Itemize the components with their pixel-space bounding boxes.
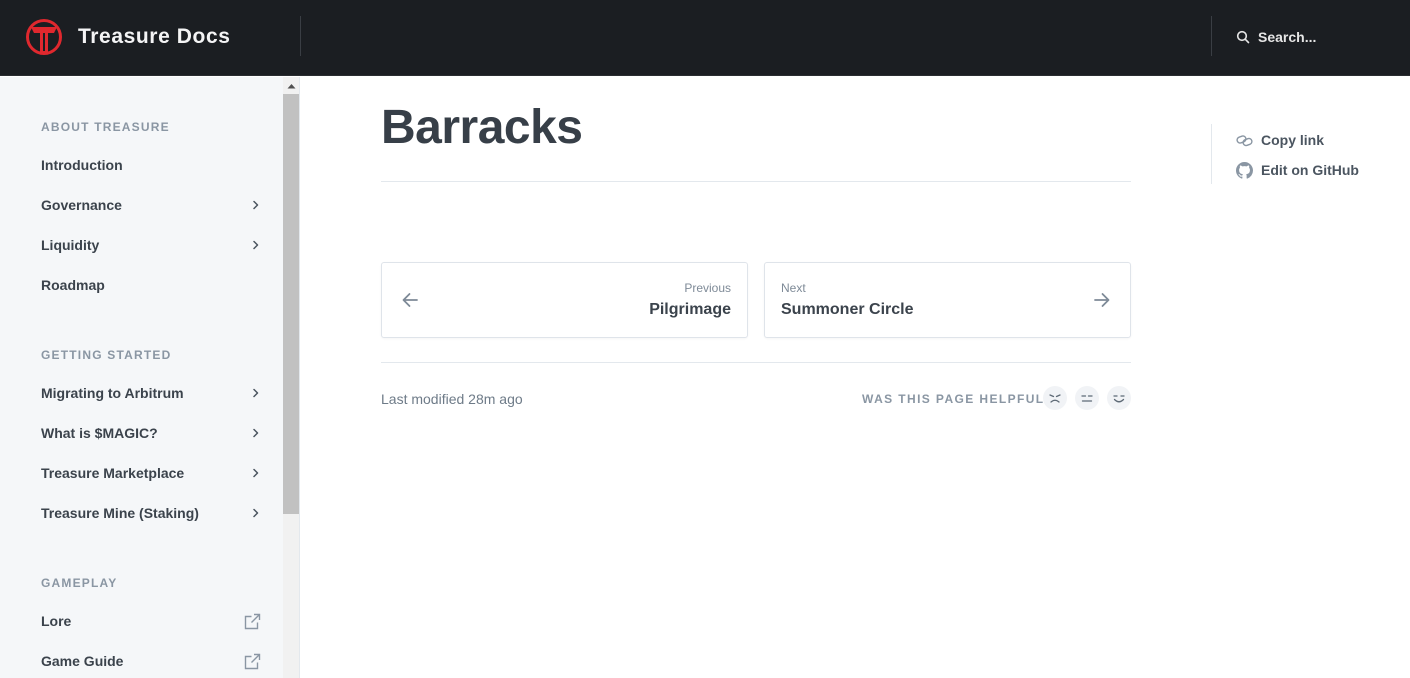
copy-link-label: Copy link [1261,132,1325,148]
title-divider [381,181,1131,182]
sidebar: ABOUT TREASURE Introduction Governance L… [0,77,300,678]
sidebar-item-label: Roadmap [41,277,105,293]
sidebar-item-governance[interactable]: Governance [28,189,274,221]
copy-link-button[interactable]: Copy link [1236,129,1324,151]
github-icon [1236,161,1253,179]
page-title: Barracks [381,101,583,154]
helpful-prompt: WAS THIS PAGE HELPFUL? [862,392,1054,406]
sidebar-item-label: Treasure Marketplace [41,465,185,481]
edit-on-github-link[interactable]: Edit on GitHub [1236,159,1359,181]
rating-happy-button[interactable] [1107,386,1131,410]
previous-caption: Previous [684,281,731,295]
sidebar-item-migrating-to-arbitrum[interactable]: Migrating to Arbitrum [28,377,274,409]
search-input[interactable] [1258,29,1388,45]
top-bar: Treasure Docs [0,0,1410,76]
sidebar-item-treasure-marketplace[interactable]: Treasure Marketplace [28,457,274,489]
next-caption: Next [781,281,806,295]
sidebar-section-title: GAMEPLAY [41,576,118,590]
brand-name: Treasure Docs [78,25,231,48]
sidebar-section-title: ABOUT TREASURE [41,120,170,134]
sidebar-item-what-is-magic[interactable]: What is $MAGIC? [28,417,274,449]
sad-face-icon [1049,394,1061,403]
arrow-left-icon [402,293,418,307]
previous-page-title: Pilgrimage [649,301,731,318]
chevron-right-icon [253,200,259,210]
sidebar-item-label: Liquidity [41,237,100,253]
header-divider [1211,16,1212,56]
sidebar-item-label: What is $MAGIC? [41,425,158,441]
sidebar-item-introduction[interactable]: Introduction [28,149,274,181]
link-icon [1236,134,1253,146]
rating-neutral-button[interactable] [1075,386,1099,410]
sidebar-item-roadmap[interactable]: Roadmap [28,269,274,301]
sidebar-item-lore[interactable]: Lore [28,605,274,637]
treasure-logo-icon [26,19,62,55]
sidebar-item-label: Game Guide [41,653,124,669]
search-box[interactable] [1230,22,1400,52]
brand[interactable]: Treasure Docs [26,18,231,56]
external-link-icon [244,613,261,629]
sidebar-item-treasure-mine[interactable]: Treasure Mine (Staking) [28,497,274,529]
rating-sad-button[interactable] [1043,386,1067,410]
chevron-right-icon [253,388,259,398]
sidebar-item-label: Introduction [41,157,123,173]
sidebar-item-label: Treasure Mine (Staking) [41,505,199,521]
scrollbar-thumb[interactable] [283,94,299,514]
chevron-right-icon [253,240,259,250]
sidebar-scrollbar[interactable] [283,77,299,678]
sidebar-item-game-guide[interactable]: Game Guide [28,645,274,677]
next-page-title: Summoner Circle [781,301,914,318]
sidebar-item-label: Migrating to Arbitrum [41,385,184,401]
search-icon [1236,30,1250,44]
sidebar-section-title: GETTING STARTED [41,348,172,362]
header-divider [300,16,301,56]
next-page-link[interactable]: Next Summoner Circle [764,262,1131,338]
edit-on-github-label: Edit on GitHub [1261,162,1359,178]
neutral-face-icon [1081,395,1093,402]
chevron-right-icon [253,508,259,518]
chevron-right-icon [253,468,259,478]
sidebar-item-label: Governance [41,197,122,213]
previous-page-link[interactable]: Previous Pilgrimage [381,262,748,338]
footer-divider [381,362,1131,363]
external-link-icon [244,653,261,669]
sidebar-item-liquidity[interactable]: Liquidity [28,229,274,261]
chevron-right-icon [253,428,259,438]
arrow-right-icon [1094,293,1110,307]
happy-face-icon [1113,395,1125,403]
scroll-up-arrow-icon[interactable] [283,77,299,94]
last-modified-text: Last modified 28m ago [381,391,523,407]
sidebar-item-label: Lore [41,613,72,629]
page-actions: Copy link Edit on GitHub [1211,124,1391,184]
